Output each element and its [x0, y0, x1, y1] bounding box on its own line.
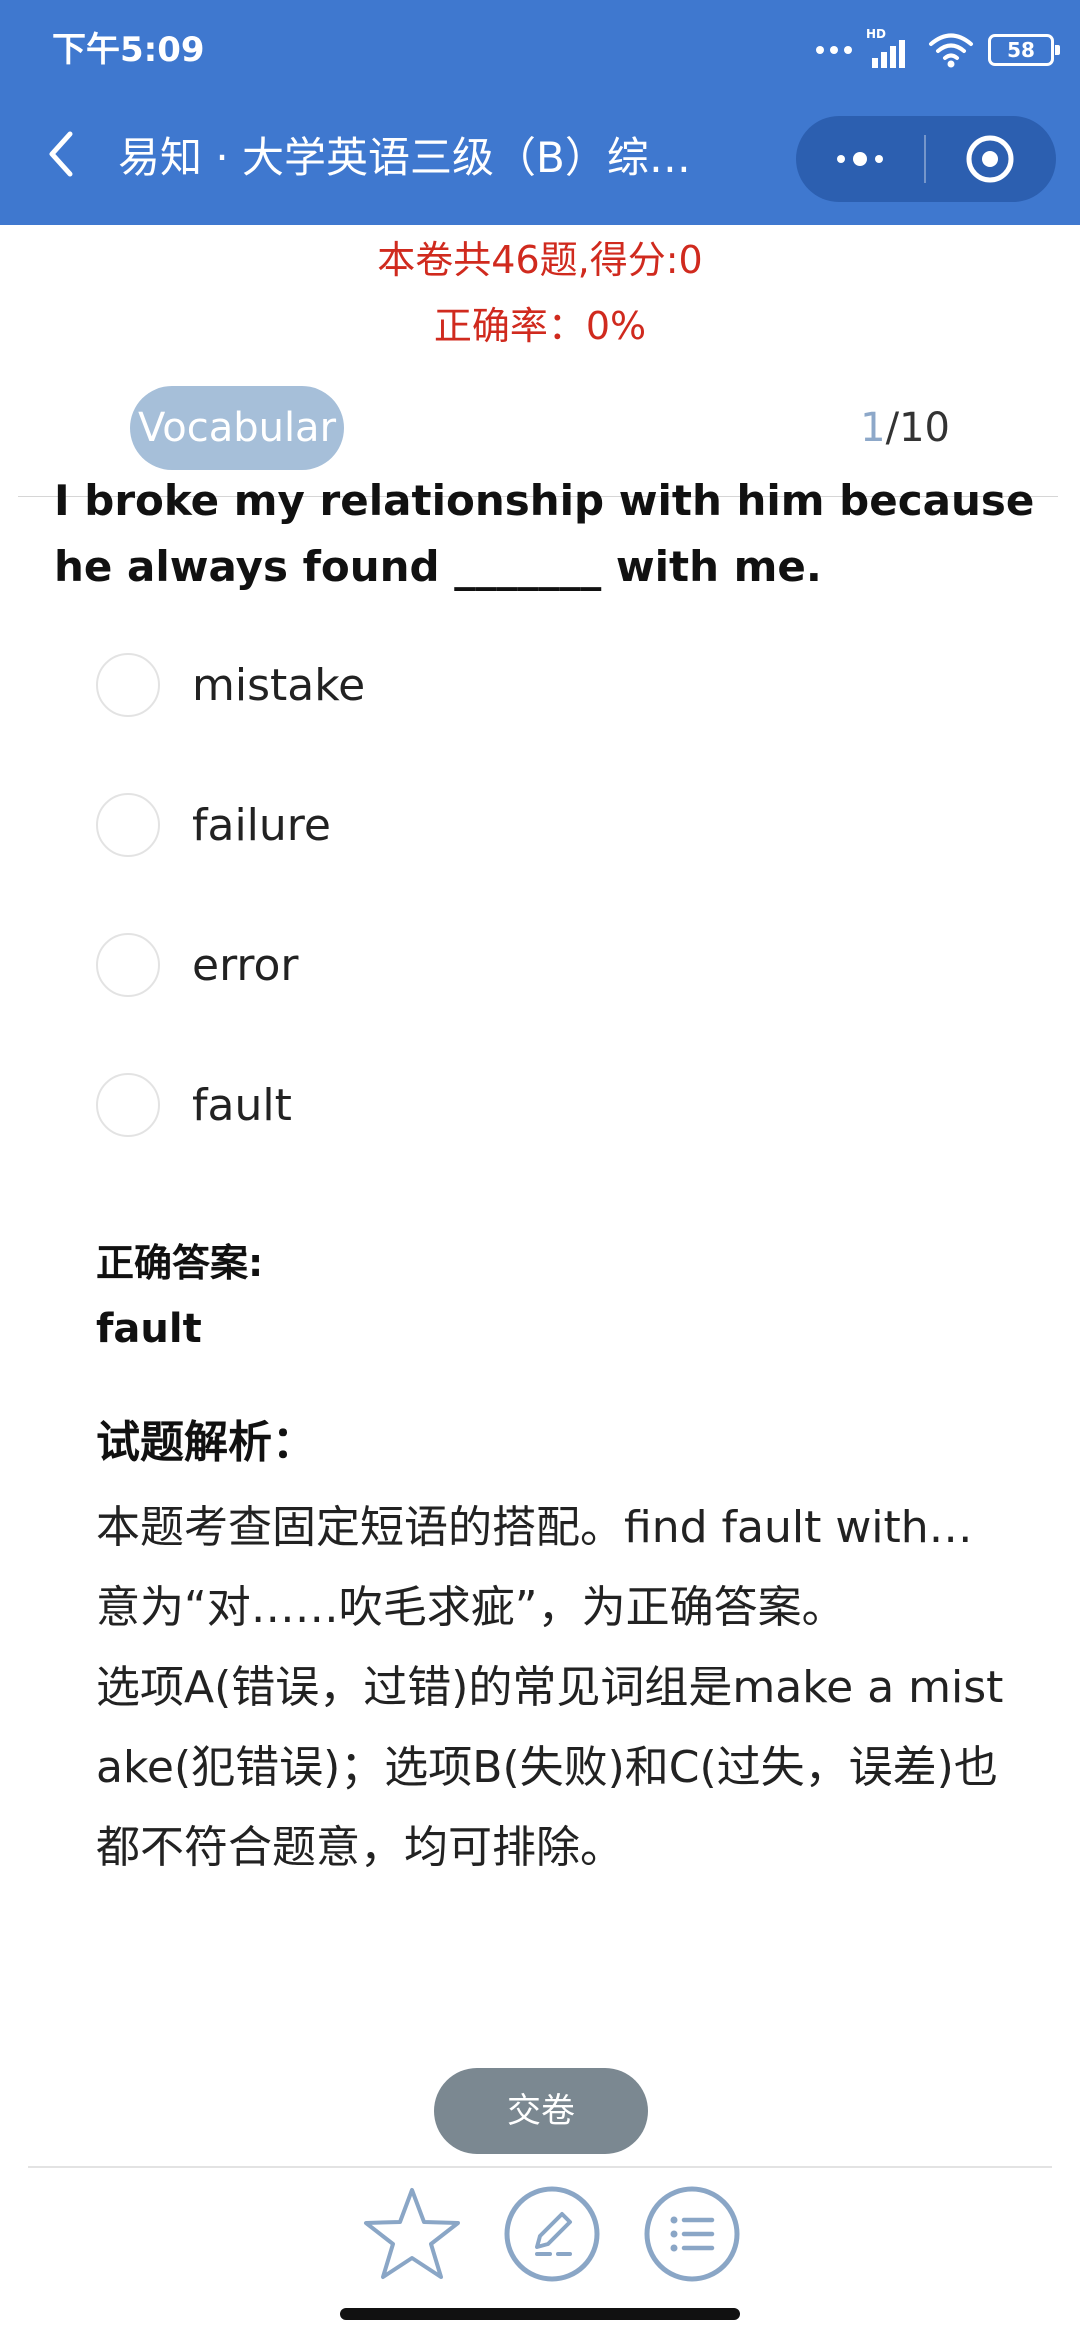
- exam-page: 下午5:09 HD 58 易知 · 大学英语三级（B）综… 本卷共46题,得分:…: [0, 0, 1080, 2340]
- analysis-paragraph: 本题考查固定短语的搭配。find fault with…意为“对……吹毛求疵”，…: [96, 1502, 973, 1633]
- option-c[interactable]: error: [96, 930, 896, 1000]
- status-icons: HD 58: [816, 22, 1060, 78]
- radio-icon[interactable]: [96, 653, 160, 717]
- radio-icon[interactable]: [96, 793, 160, 857]
- correct-answer-value: fault: [96, 1306, 202, 1352]
- option-label: mistake: [192, 659, 366, 711]
- battery-icon: 58: [988, 34, 1060, 66]
- wifi-icon: [929, 33, 973, 68]
- network-badge: HD: [866, 27, 887, 41]
- analysis-title: 试题解析：: [96, 1417, 316, 1468]
- star-icon: [364, 2188, 460, 2279]
- notes-button[interactable]: [502, 2184, 602, 2284]
- accuracy-rate: 正确率：0%: [433, 304, 647, 348]
- option-label: error: [192, 939, 299, 991]
- signal-icon: HD: [866, 27, 914, 70]
- question-counter: 1/10: [860, 400, 950, 456]
- question-text: I broke my relationship with him because…: [54, 476, 1035, 591]
- analysis-body: 本题考查固定短语的搭配。find fault with…意为“对……吹毛求疵”，…: [96, 1488, 1006, 1888]
- mini-program-capsule: [796, 116, 1056, 202]
- option-label: fault: [192, 1079, 292, 1131]
- total-count: /10: [885, 405, 950, 451]
- favorite-button[interactable]: [362, 2184, 462, 2284]
- option-a[interactable]: mistake: [96, 650, 896, 720]
- radio-icon[interactable]: [96, 1073, 160, 1137]
- more-dots-icon: [837, 155, 845, 163]
- notification-dots-icon: [816, 46, 852, 54]
- home-indicator[interactable]: [340, 2308, 740, 2320]
- pencil-edit-icon: [504, 2186, 600, 2282]
- submit-button[interactable]: 交卷: [434, 2068, 648, 2154]
- divider-bottom: [28, 2166, 1052, 2168]
- option-d[interactable]: fault: [96, 1070, 896, 1140]
- correct-answer-label: 正确答案:: [96, 1241, 264, 1285]
- radio-icon[interactable]: [96, 933, 160, 997]
- status-time: 下午5:09: [52, 30, 205, 70]
- current-index: 1: [860, 405, 886, 451]
- option-label: failure: [192, 799, 331, 851]
- target-circle-icon: [966, 135, 1014, 183]
- header-bar: 下午5:09 HD 58 易知 · 大学英语三级（B）综…: [0, 0, 1080, 225]
- more-button[interactable]: [796, 116, 924, 202]
- option-b[interactable]: failure: [96, 790, 896, 860]
- analysis-paragraph: 选项A(错误，过错)的常见词组是make a mistake(犯错误)；选项B(…: [96, 1662, 1004, 1873]
- score-summary: 本卷共46题,得分:0: [377, 238, 703, 282]
- list-menu-icon: [644, 2186, 740, 2282]
- back-button[interactable]: [36, 122, 86, 186]
- page-title: 易知 · 大学英语三级（B）综…: [118, 133, 691, 182]
- close-button[interactable]: [926, 116, 1054, 202]
- chevron-left-icon: [49, 131, 73, 177]
- category-badge: Vocabular: [130, 386, 344, 470]
- question-list-button[interactable]: [642, 2184, 742, 2284]
